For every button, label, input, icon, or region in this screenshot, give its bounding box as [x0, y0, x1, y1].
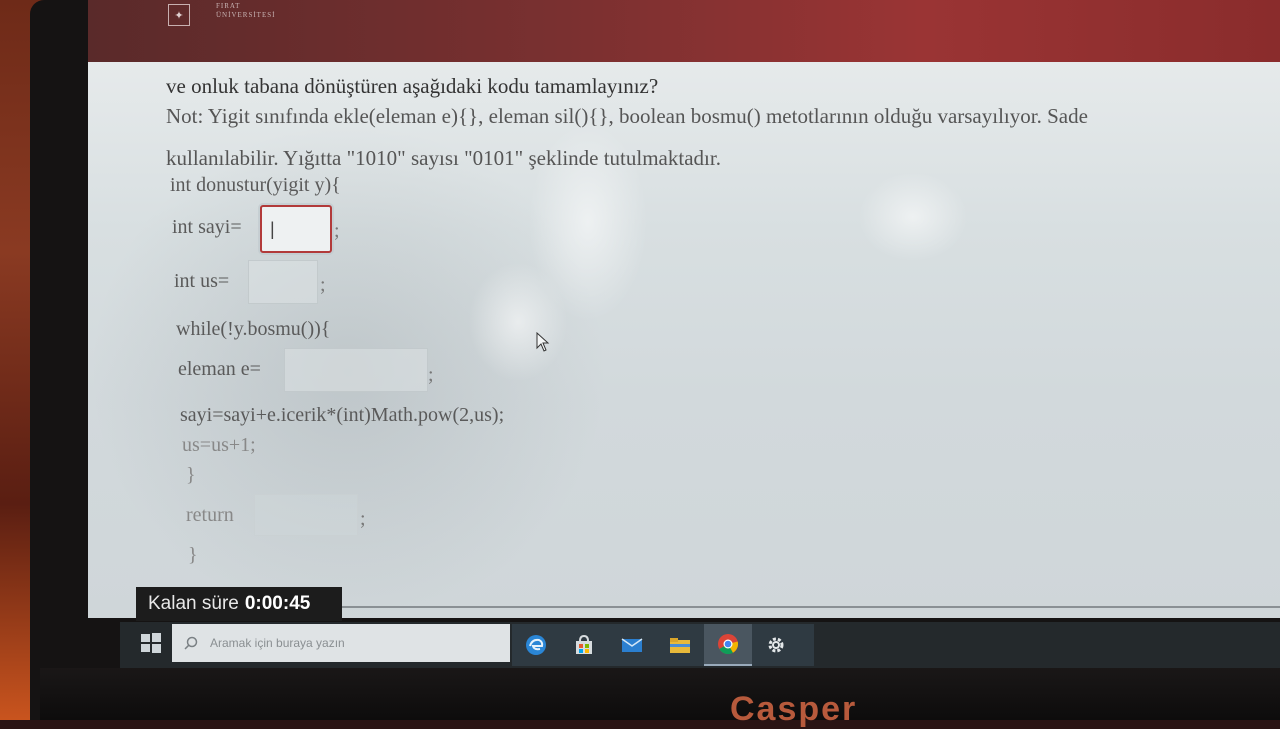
exam-question-panel: ve onluk tabana dönüştüren aşağıdaki kod…: [88, 62, 1280, 618]
settings-icon: [768, 637, 784, 653]
question-note-line2: Not: Yigit sınıfında ekle(eleman e){}, e…: [166, 104, 1088, 128]
question-text-line1: ve onluk tabana dönüştüren aşağıdaki kod…: [166, 74, 659, 98]
code-signature: int donustur(yigit y){: [170, 174, 341, 196]
taskbar-search-box[interactable]: Aramak için buraya yazın: [172, 624, 510, 662]
semicolon: ;: [320, 274, 326, 296]
file-explorer-app-button[interactable]: [656, 624, 704, 666]
screen-glare: [858, 172, 968, 262]
mail-app-button[interactable]: [608, 624, 656, 666]
code-close-while: }: [186, 464, 196, 486]
semicolon: ;: [360, 508, 366, 530]
eleman-answer-input[interactable]: [284, 348, 428, 392]
windows-taskbar: Aramak için buraya yazın: [120, 622, 1280, 668]
code-sayi-update: sayi=sayi+e.icerik*(int)Math.pow(2,us);: [180, 404, 505, 426]
logo-text-line2: ÜNİVERSİTESİ: [216, 11, 276, 19]
code-return: return: [186, 504, 234, 526]
university-logo-text: FIRAT ÜNİVERSİTESİ: [216, 2, 275, 20]
us-answer-input[interactable]: [248, 260, 318, 304]
laptop-brand-logo: Casper: [730, 690, 858, 728]
code-while: while(!y.bosmu()){: [176, 318, 331, 340]
timer-label: Kalan süre: [148, 593, 239, 614]
question-note-line3: kullanılabilir. Yığıtta "1010" sayısı "0…: [166, 146, 721, 170]
code-sayi-decl: int sayi=: [172, 216, 242, 238]
logo-text-line1: FIRAT: [216, 2, 241, 10]
university-logo-icon: ✦: [168, 4, 190, 26]
code-us-update: us=us+1;: [182, 434, 256, 456]
semicolon: ;: [428, 364, 434, 386]
edge-icon: [526, 635, 546, 655]
windows-start-icon[interactable]: [140, 632, 162, 654]
code-eleman-decl: eleman e=: [178, 358, 261, 380]
timer-value: 0:00:45: [244, 593, 311, 614]
laptop-bottom-bezel: [40, 668, 1280, 720]
return-answer-input[interactable]: [254, 494, 358, 536]
edge-app-button[interactable]: [512, 624, 560, 666]
mouse-pointer-icon: [536, 332, 550, 352]
mail-icon: [621, 638, 643, 652]
search-icon: [184, 636, 198, 650]
sayi-answer-input[interactable]: [260, 205, 332, 253]
store-icon: [576, 634, 592, 654]
settings-app-button[interactable]: [752, 624, 800, 666]
semicolon: ;: [334, 220, 340, 242]
chrome-app-button[interactable]: [704, 624, 752, 666]
store-app-button[interactable]: [560, 624, 608, 666]
chrome-icon: [718, 634, 739, 655]
code-us-decl: int us=: [174, 270, 230, 292]
search-placeholder: Aramak için buraya yazın: [210, 636, 345, 650]
file-explorer-icon: [670, 638, 690, 653]
screen-glare: [468, 262, 568, 382]
remaining-time-badge: Kalan süre 0:00:45: [136, 587, 342, 621]
taskbar-pinned-apps: [512, 624, 814, 666]
panel-divider: [342, 606, 1280, 608]
code-close-func: }: [188, 544, 198, 566]
